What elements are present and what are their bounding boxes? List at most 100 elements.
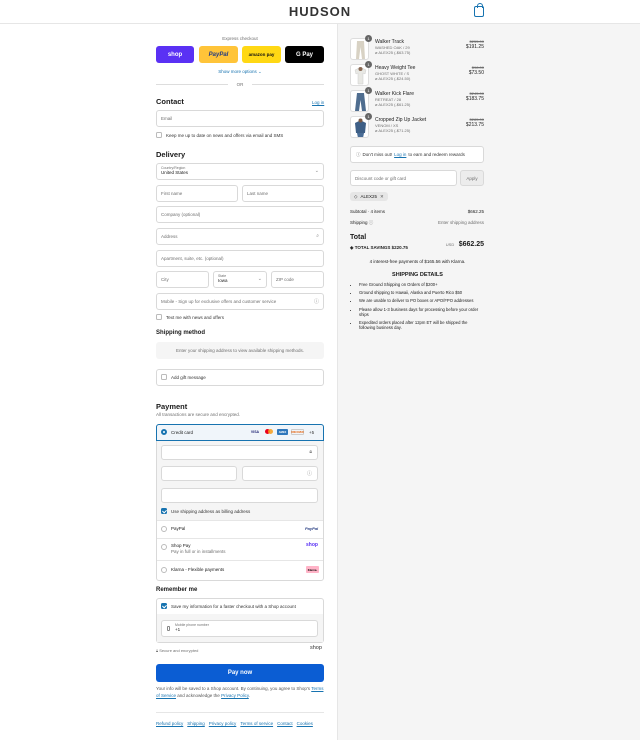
- list-item: We are unable to deliver to PO boxes or …: [359, 298, 483, 303]
- brand-logo[interactable]: HUDSON: [0, 4, 640, 19]
- divider: [156, 712, 324, 713]
- state-value: Iowa: [218, 278, 228, 283]
- shipping-link[interactable]: Shipping: [187, 721, 205, 726]
- sale-price: $73.50: [468, 70, 484, 76]
- currency-code: USD: [445, 242, 455, 247]
- product-discount-label: ALEX25 (-$24.50): [378, 76, 411, 81]
- state-select[interactable]: State Iowa ⌄: [213, 271, 267, 288]
- contact-link[interactable]: Contact: [277, 721, 293, 726]
- chevron-down-icon: ⌄: [257, 276, 262, 282]
- total-savings: ◈ TOTAL SAVINGS $220.75: [350, 245, 408, 251]
- name-on-card-field[interactable]: [161, 488, 318, 503]
- show-more-label: Show more options: [218, 69, 257, 74]
- footer-links: Refund policy Shipping Privacy policy Te…: [156, 721, 313, 726]
- card-number-field[interactable]: 🔒︎: [161, 445, 318, 460]
- secure-note: 🔒︎ Secure and encrypted: [156, 648, 198, 653]
- shop-pay-label[interactable]: Shop Pay: [171, 543, 191, 548]
- address-field[interactable]: Address ⌕: [156, 228, 324, 245]
- credit-card-radio[interactable]: [161, 429, 167, 435]
- discover-icon: DISCOVER: [291, 429, 304, 435]
- gift-checkbox[interactable]: [161, 374, 167, 380]
- list-item: Ground shipping to Hawaii, Alaska and Pu…: [359, 290, 483, 295]
- pants-image: [356, 41, 365, 59]
- amazon-pay-button[interactable]: amazon pay: [242, 46, 281, 63]
- klarna-radio[interactable]: [161, 567, 167, 573]
- terms-of-service-link[interactable]: Terms of service: [240, 721, 273, 726]
- country-select[interactable]: Country/Region United States ⌄: [156, 163, 324, 180]
- total-row: USD $662.25: [420, 233, 484, 251]
- divider: [157, 520, 323, 521]
- pay-now-button[interactable]: Pay now: [156, 664, 324, 682]
- show-more-options-link[interactable]: Show more options ⌄: [156, 69, 324, 75]
- mobile-field[interactable]: Mobile - Sign up for exclusive offers an…: [156, 293, 324, 310]
- privacy-policy-link[interactable]: Privacy Policy: [221, 693, 249, 698]
- news-checkbox[interactable]: [156, 132, 162, 138]
- paypal-radio[interactable]: [161, 526, 167, 532]
- cart-item: 1 Walker Track WASHED OAK / 29 ⌀ ALEX25 …: [350, 35, 485, 62]
- mastercard-icon: [264, 429, 274, 435]
- shopping-bag-icon[interactable]: [474, 3, 484, 17]
- help-icon[interactable]: ⓘ: [369, 220, 374, 225]
- shipping-details-title: SHIPPING DETAILS: [392, 272, 443, 278]
- shop-pay-radio[interactable]: [161, 544, 167, 550]
- sale-price: $183.75: [465, 96, 484, 102]
- help-icon[interactable]: ⓘ: [314, 298, 319, 305]
- google-pay-button[interactable]: G Pay: [285, 46, 324, 63]
- cookies-link[interactable]: Cookies: [297, 721, 313, 726]
- subtotal-label: Subtotal · 4 items: [350, 209, 386, 214]
- last-name-field[interactable]: Last name: [242, 185, 324, 202]
- shop-pay-subtitle: Pay in full or in installments: [171, 549, 226, 554]
- divider: [157, 560, 323, 561]
- cart-item: 1 Cropped Zip Up Jacket VENOM / XS ⌀ ALE…: [350, 113, 485, 140]
- phone-icon: [167, 626, 170, 631]
- shop-pay-button[interactable]: shop: [156, 46, 194, 63]
- news-label: Keep me up to date on news and offers vi…: [166, 133, 284, 138]
- privacy-policy-link[interactable]: Privacy policy: [209, 721, 237, 726]
- total-value: $662.25: [458, 241, 484, 248]
- save-info-checkbox[interactable]: [161, 603, 167, 609]
- quantity-badge: 1: [365, 113, 372, 120]
- apply-button[interactable]: Apply: [460, 170, 484, 186]
- cart-item: 1 Heavy Weight Tee GHOST WHITE / S ⌀ ALE…: [350, 61, 485, 88]
- text-me-checkbox[interactable]: [156, 314, 162, 320]
- paypal-button[interactable]: PayPal: [199, 46, 238, 63]
- close-icon[interactable]: ✕: [380, 194, 384, 200]
- list-item: Free Ground Shipping on Orders of $200+: [359, 282, 483, 287]
- company-field[interactable]: Company (optional): [156, 206, 324, 223]
- chevron-down-icon: ⌄: [314, 168, 319, 174]
- express-checkout-title: Express checkout: [222, 36, 258, 41]
- first-name-field[interactable]: First name: [156, 185, 238, 202]
- rewards-banner: ⓘ Don't miss out! Log in to earn and red…: [350, 146, 484, 163]
- shop-logo-icon: shop: [306, 542, 318, 548]
- phone-field[interactable]: Mobile phone number +1: [161, 620, 318, 637]
- refund-policy-link[interactable]: Refund policy: [156, 721, 183, 726]
- product-discount-label: ALEX25 (-$63.75): [378, 50, 411, 55]
- address-placeholder: Address: [161, 234, 178, 239]
- apartment-field[interactable]: Apartment, suite, etc. (optional): [156, 250, 324, 267]
- total-label: Total: [350, 234, 367, 241]
- security-code-field[interactable]: ⓘ: [242, 466, 318, 481]
- klarna-option-label[interactable]: Klarna - Flexible payments: [171, 567, 224, 572]
- lock-icon: 🔒︎: [156, 648, 159, 653]
- email-field[interactable]: Email: [156, 110, 324, 127]
- shipping-value: Enter shipping address: [437, 220, 484, 225]
- product-discount-label: ALEX25 (-$71.25): [378, 128, 411, 133]
- terms-text: Your info will be saved to a Shop accoun…: [156, 686, 324, 699]
- klarna-logo-icon: Klarna.: [306, 566, 319, 573]
- savings-label: TOTAL SAVINGS: [354, 245, 391, 250]
- text-me-label: Text me with news and offers: [166, 315, 224, 320]
- discount-code-field[interactable]: Discount code or gift card: [350, 170, 457, 186]
- rewards-login-link[interactable]: Log in: [394, 152, 406, 157]
- city-field[interactable]: City: [156, 271, 209, 288]
- rewards-pre: Don't miss out!: [362, 152, 393, 157]
- billing-same-label: Use shipping address as billing address: [171, 509, 251, 514]
- save-info-label: Save my information for a faster checkou…: [171, 604, 296, 609]
- zip-field[interactable]: ZIP code: [271, 271, 324, 288]
- paypal-option-label[interactable]: PayPal: [171, 526, 185, 531]
- expiration-field[interactable]: [161, 466, 237, 481]
- remember-me-title: Remember me: [156, 587, 198, 593]
- help-icon[interactable]: ⓘ: [307, 470, 312, 477]
- login-link[interactable]: Log in: [312, 100, 324, 105]
- terms-text-2: and acknowledge the: [177, 692, 220, 698]
- billing-same-checkbox[interactable]: [161, 508, 167, 514]
